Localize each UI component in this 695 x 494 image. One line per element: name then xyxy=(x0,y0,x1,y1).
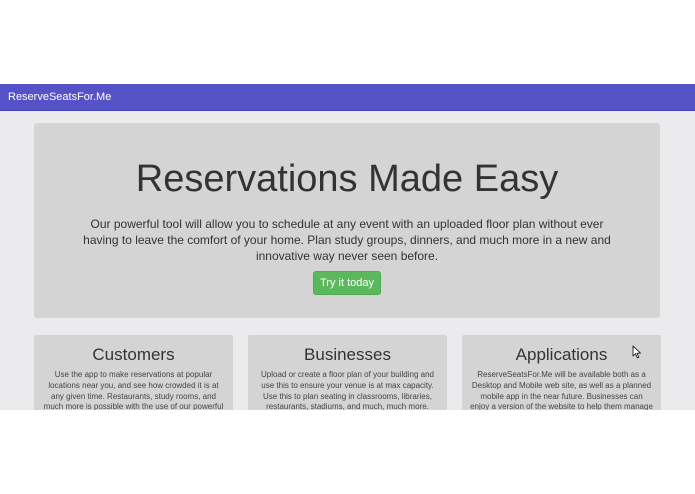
card-text: Use the app to make reservations at popu… xyxy=(43,370,224,410)
top-whitespace xyxy=(0,0,695,84)
card-text: Upload or create a floor plan of your bu… xyxy=(261,370,434,410)
card-customers: Customers Use the app to make reservatio… xyxy=(34,335,233,410)
hero-jumbotron: Reservations Made Easy Our powerful tool… xyxy=(34,123,660,318)
card-title: Customers xyxy=(92,345,175,364)
brand-link[interactable]: ReserveSeatsFor.Me xyxy=(8,91,111,104)
bottom-whitespace xyxy=(0,410,695,494)
hero-description: Our powerful tool will allow you to sche… xyxy=(83,217,611,263)
hero-title: Reservations Made Easy xyxy=(135,158,559,200)
card-businesses: Businesses Upload or create a floor plan… xyxy=(248,335,447,410)
page-body: Reservations Made Easy Our powerful tool… xyxy=(0,111,695,410)
navbar: ReserveSeatsFor.Me xyxy=(0,84,695,111)
card-text: ReserveSeatsFor.Me will be available bot… xyxy=(470,370,653,410)
try-it-today-button[interactable]: Try it today xyxy=(313,271,381,295)
card-title: Businesses xyxy=(304,345,391,364)
mouse-pointer-icon xyxy=(632,345,641,359)
